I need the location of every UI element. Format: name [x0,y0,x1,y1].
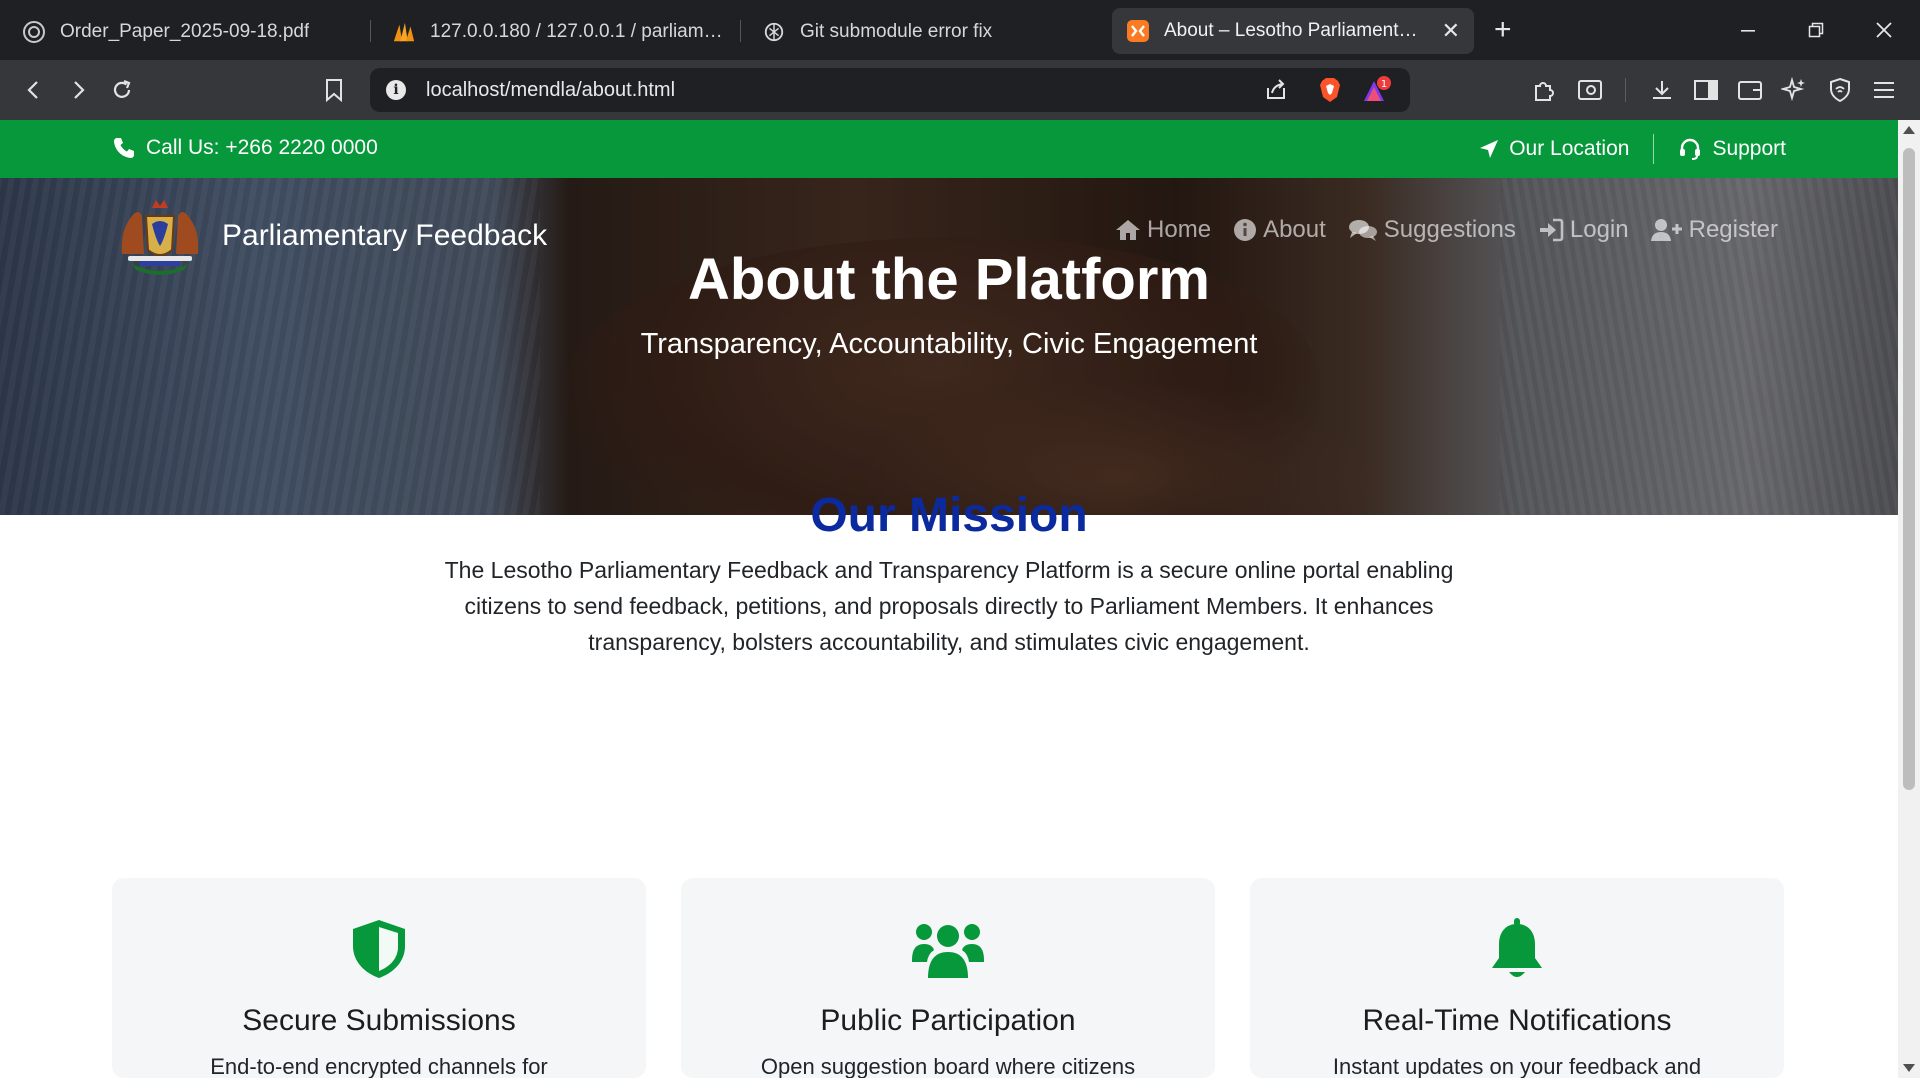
support-link[interactable]: Support [1678,137,1786,161]
extensions-icon[interactable] [1528,74,1560,106]
phpmyadmin-icon [392,20,416,44]
minimize-button[interactable] [1726,10,1770,50]
feature-desc: Instant updates on your feedback and [1332,1054,1702,1078]
xampp-icon [1126,19,1150,43]
support-text: Support [1712,137,1786,160]
nav-about[interactable]: About [1233,216,1326,244]
bell-icon [1492,918,1542,977]
nav-login-label: Login [1569,216,1629,243]
new-tab-button[interactable]: + [1494,12,1512,48]
feature-desc: Open suggestion board where citizens [760,1054,1136,1078]
back-icon[interactable] [18,74,50,106]
nav-suggestions[interactable]: Suggestions [1348,216,1516,244]
nav-suggestions-label: Suggestions [1383,216,1516,243]
nav-register-label: Register [1688,216,1778,243]
hero-subtitle: Transparency, Accountability, Civic Enga… [640,328,1258,360]
nav-about-label: About [1263,216,1326,243]
feature-title: Real-Time Notifications [1362,1004,1672,1037]
call-us-text: Call Us: +266 2220 0000 [146,136,378,159]
contact-bar: Call Us: +266 2220 0000 Our Location Sup… [0,120,1898,178]
feature-title: Secure Submissions [242,1004,516,1037]
globe-icon [22,20,46,44]
info-icon [1234,219,1257,241]
close-window-button[interactable] [1862,10,1906,50]
scroll-down-arrow[interactable] [1903,1064,1915,1072]
location-arrow-icon [1480,140,1499,158]
users-icon [912,924,984,978]
nav-login[interactable]: Login [1538,216,1629,244]
tab-order-paper[interactable]: Order_Paper_2025-09-18.pdf [8,10,358,54]
comments-icon [1348,220,1377,241]
headset-icon [1680,138,1701,160]
tab-about-active[interactable]: About – Lesotho Parliamentary F ✕ [1112,8,1474,54]
call-us-link[interactable]: Call Us: +266 2220 0000 [112,136,378,160]
main-nav: Home About Suggestions Login Register [1093,216,1778,244]
url-text[interactable]: localhost/mendla/about.html [426,79,675,102]
feature-card-notifications: Real-Time Notifications Instant updates … [1250,878,1784,1078]
scroll-thumb[interactable] [1903,148,1915,790]
hero-banner: Parliamentary Feedback Home About Sugges… [0,178,1898,515]
downloads-icon[interactable] [1646,74,1678,106]
leo-ai-icon[interactable] [1778,74,1810,106]
openai-icon [762,20,786,44]
hero-title: About the Platform [688,247,1210,312]
mission-text: The Lesotho Parliamentary Feedback and T… [444,557,1454,655]
reload-icon[interactable] [106,74,138,106]
nav-home-label: Home [1147,216,1212,243]
feature-card-participation: Public Participation Open suggestion boa… [681,878,1215,1078]
browser-toolbar: i localhost/mendla/about.html 1 [0,60,1920,120]
nav-register[interactable]: Register [1650,216,1778,244]
our-location-text: Our Location [1509,137,1630,160]
restore-button[interactable] [1794,10,1838,50]
menu-icon[interactable] [1868,74,1900,106]
vpn-icon[interactable] [1824,74,1856,106]
tab-phpmyadmin[interactable]: 127.0.0.180 / 127.0.0.1 / parliamentar [378,10,738,54]
tab-git-submodule[interactable]: Git submodule error fix [748,10,1088,54]
sign-in-icon [1539,218,1564,242]
sidebar-icon[interactable] [1690,74,1722,106]
our-location-link[interactable]: Our Location [1479,137,1629,161]
wallet-icon[interactable] [1734,74,1766,106]
mission-title: Our Mission [810,489,1088,542]
address-bar[interactable]: i localhost/mendla/about.html 1 [370,68,1410,112]
user-plus-icon [1650,219,1682,241]
site-info-icon[interactable]: i [386,80,406,100]
forward-icon[interactable] [62,74,94,106]
page-scrollbar[interactable] [1898,120,1920,1078]
feature-card-secure: Secure Submissions End-to-end encrypted … [112,878,646,1078]
phone-icon [114,138,134,158]
shield-icon [353,920,405,978]
share-icon[interactable] [1260,74,1292,106]
home-icon [1116,220,1141,240]
scroll-up-arrow[interactable] [1903,126,1915,134]
feature-desc: End-to-end encrypted channels for [210,1054,548,1078]
brave-rewards-icon[interactable]: 1 [1360,74,1392,106]
bookmark-icon[interactable] [318,74,350,106]
close-tab-icon[interactable]: ✕ [1442,18,1460,44]
screenshot-icon[interactable] [1574,74,1606,106]
rewards-badge-count: 1 [1381,79,1387,90]
browser-tab-bar: Order_Paper_2025-09-18.pdf 127.0.0.180 /… [0,0,1920,60]
page-viewport: Call Us: +266 2220 0000 Our Location Sup… [0,120,1898,1078]
feature-title: Public Participation [820,1004,1076,1037]
brave-shield-icon[interactable] [1314,74,1346,106]
nav-home[interactable]: Home [1115,216,1211,244]
